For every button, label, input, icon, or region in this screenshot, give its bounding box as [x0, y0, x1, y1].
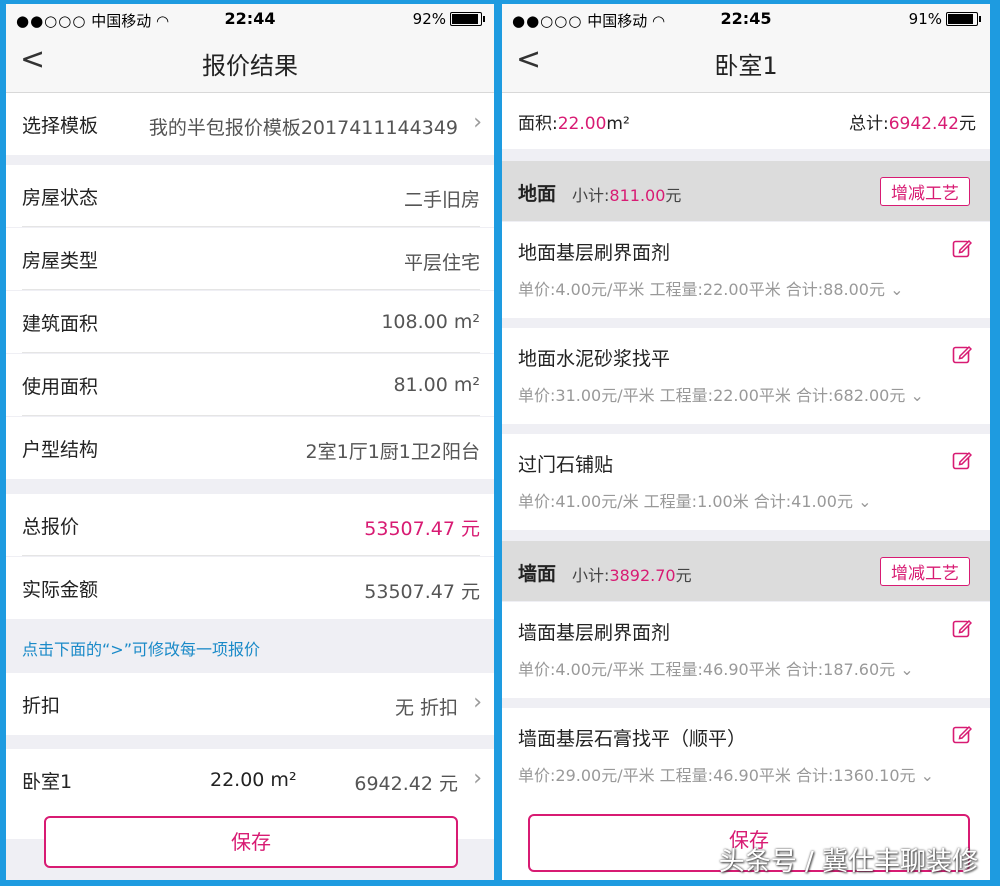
- quote-result-screen: ●●○○○ 中国移动 ◠ 22:44 92% < 报价结果 选择模板 我的半包报…: [6, 4, 494, 880]
- row-value: 平层住宅: [403, 252, 480, 274]
- chevron-right-icon: ›: [473, 766, 482, 791]
- battery-percent: 91%: [908, 10, 942, 28]
- chevron-right-icon: ›: [473, 110, 482, 135]
- actual-amount-value: 53507.47 元: [364, 581, 480, 603]
- section-subtotal: 小计:3892.70元: [572, 566, 692, 585]
- section-subtotal: 小计:811.00元: [572, 186, 682, 205]
- house-type-row: 房屋类型 平层住宅: [6, 228, 494, 290]
- room-summary: 面积:22.00m² 总计:6942.42元: [502, 93, 990, 149]
- room-detail-screen: ●●○○○ 中国移动 ◠ 22:45 91% < 卧室1 面积:22.00m² …: [502, 4, 990, 880]
- quote-item[interactable]: 过门石铺贴单价:41.00元/米 工程量:1.00米 合计:41.00元 ⌄: [502, 434, 990, 530]
- discount-label: 折扣: [22, 695, 61, 717]
- actual-amount-label: 实际金额: [22, 579, 99, 601]
- section-header: 地面 小计:811.00元 增减工艺: [502, 161, 990, 221]
- template-label: 选择模板: [22, 115, 99, 137]
- house-status-row: 房屋状态 二手旧房: [6, 165, 494, 227]
- edit-icon[interactable]: [952, 724, 973, 744]
- page-title: 报价结果: [202, 52, 298, 80]
- row-label: 建筑面积: [22, 313, 99, 335]
- row-label: 户型结构: [22, 439, 99, 461]
- chevron-down-icon[interactable]: ⌄: [858, 492, 871, 511]
- layout-row: 户型结构 2室1厅1厨1卫2阳台: [6, 417, 494, 479]
- item-detail: 单价:41.00元/米 工程量:1.00米 合计:41.00元 ⌄: [518, 492, 872, 511]
- edit-hint: 点击下面的“>”可修改每一项报价: [22, 640, 260, 659]
- item-detail: 单价:31.00元/平米 工程量:22.00平米 合计:682.00元 ⌄: [518, 386, 924, 405]
- quote-item[interactable]: 地面水泥砂浆找平单价:31.00元/平米 工程量:22.00平米 合计:682.…: [502, 328, 990, 424]
- nav-bar: < 报价结果: [6, 34, 494, 93]
- chevron-down-icon[interactable]: ⌄: [900, 660, 913, 679]
- usable-area-row: 使用面积 81.00 m²: [6, 354, 494, 416]
- status-bar: ●●○○○ 中国移动 ◠ 22:45 91%: [502, 4, 990, 34]
- row-value: 2室1厅1厨1卫2阳台: [305, 441, 480, 463]
- adjust-process-button[interactable]: 增减工艺: [880, 557, 970, 586]
- section-name: 墙面: [518, 563, 557, 585]
- item-name: 过门石铺贴: [518, 454, 614, 476]
- nav-bar: < 卧室1: [502, 34, 990, 93]
- row-value: 二手旧房: [403, 189, 480, 211]
- edit-icon[interactable]: [952, 450, 973, 470]
- section-header: 墙面 小计:3892.70元 增减工艺: [502, 541, 990, 601]
- edit-icon[interactable]: [952, 238, 973, 258]
- quote-item[interactable]: 墙面基层刷界面剂单价:4.00元/平米 工程量:46.90平米 合计:187.6…: [502, 602, 990, 698]
- quote-item[interactable]: 墙面基层石膏找平（顺平） 单价:29.00元/平米 工程量:46.90平米 合计:…: [502, 708, 990, 804]
- item-name: 墙面基层刷界面剂: [518, 622, 671, 644]
- total-quote-label: 总报价: [22, 516, 80, 538]
- row-value: 108.00 m²: [381, 311, 480, 333]
- actual-amount-row: 实际金额 53507.47 元: [6, 557, 494, 619]
- total-quote-row: 总报价 53507.47 元: [6, 494, 494, 556]
- edit-icon[interactable]: [952, 344, 973, 364]
- room-name: 卧室1: [22, 771, 73, 793]
- watermark: 头条号 / 冀仕丰聊装修: [718, 847, 978, 877]
- item-name: 地面基层刷界面剂: [518, 242, 671, 264]
- battery-icon: [450, 12, 485, 26]
- row-label: 房屋状态: [22, 187, 99, 209]
- room-total: 总计:6942.42元: [848, 114, 976, 134]
- section-name: 地面: [518, 183, 557, 205]
- row-label: 使用面积: [22, 376, 99, 398]
- room-area: 22.00 m²: [210, 769, 297, 791]
- template-select-row[interactable]: 选择模板 我的半包报价模板2017411144349 ›: [6, 93, 494, 155]
- row-value: 81.00 m²: [393, 374, 480, 396]
- adjust-process-button[interactable]: 增减工艺: [880, 177, 970, 206]
- item-detail: 单价:29.00元/平米 工程量:46.90平米 合计:1360.10元 ⌄: [518, 766, 935, 785]
- item-name: 地面水泥砂浆找平: [518, 348, 671, 370]
- room-area: 面积:22.00m²: [518, 114, 630, 134]
- template-value: 我的半包报价模板2017411144349: [148, 117, 458, 139]
- discount-value: 无 折扣: [394, 697, 458, 719]
- edit-icon[interactable]: [952, 618, 973, 638]
- quote-item[interactable]: 地面基层刷界面剂单价:4.00元/平米 工程量:22.00平米 合计:88.00…: [502, 222, 990, 318]
- battery-icon: [946, 12, 981, 26]
- status-bar: ●●○○○ 中国移动 ◠ 22:44 92%: [6, 4, 494, 34]
- save-button[interactable]: 保存: [44, 816, 458, 868]
- building-area-row: 建筑面积 108.00 m²: [6, 291, 494, 353]
- total-quote-value: 53507.47 元: [364, 518, 480, 540]
- item-name: 墙面基层石膏找平（顺平）: [518, 728, 747, 750]
- row-label: 房屋类型: [22, 250, 99, 272]
- room-cost: 6942.42 元: [354, 773, 458, 795]
- chevron-down-icon[interactable]: ⌄: [890, 280, 903, 299]
- page-title: 卧室1: [714, 52, 778, 80]
- chevron-right-icon: ›: [473, 690, 482, 715]
- item-detail: 单价:4.00元/平米 工程量:46.90平米 合计:187.60元 ⌄: [518, 660, 914, 679]
- chevron-down-icon[interactable]: ⌄: [921, 766, 934, 785]
- battery-percent: 92%: [412, 10, 446, 28]
- item-detail: 单价:4.00元/平米 工程量:22.00平米 合计:88.00元 ⌄: [518, 280, 904, 299]
- discount-row[interactable]: 折扣 无 折扣 ›: [6, 673, 494, 735]
- chevron-down-icon[interactable]: ⌄: [910, 386, 923, 405]
